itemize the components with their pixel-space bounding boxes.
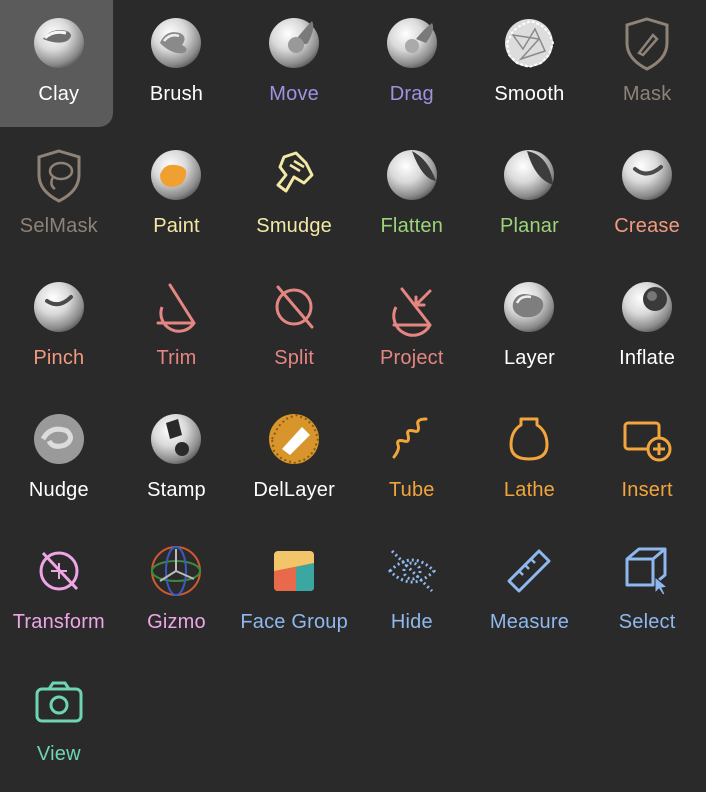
lathe-icon — [499, 409, 559, 469]
tool-label: Smooth — [494, 83, 565, 105]
tool-project[interactable]: Project — [353, 264, 471, 396]
smooth-icon — [499, 13, 559, 73]
tool-label: Drag — [389, 83, 434, 105]
hide-icon — [382, 541, 442, 601]
tool-gizmo[interactable]: Gizmo — [118, 528, 236, 660]
tool-label: Tube — [388, 479, 435, 501]
tool-flatten[interactable]: Flatten — [353, 132, 471, 264]
select-icon — [617, 541, 677, 601]
tool-label: Project — [379, 347, 444, 369]
tool-label: Measure — [489, 611, 570, 633]
tool-label: Transform — [12, 611, 105, 633]
tool-crease[interactable]: Crease — [588, 132, 706, 264]
tool-label: SelMask — [19, 215, 98, 237]
trim-icon — [146, 277, 206, 337]
tool-face-group[interactable]: Face Group — [235, 528, 353, 660]
tool-move[interactable]: Move — [235, 0, 353, 132]
tool-label: Brush — [149, 83, 204, 105]
tool-layer[interactable]: Layer — [471, 264, 589, 396]
tool-grid: Clay Brush Move Drag Smooth Mask SelMask… — [0, 0, 706, 792]
crease-icon — [617, 145, 677, 205]
mask-icon — [617, 13, 677, 73]
inflate-icon — [617, 277, 677, 337]
tool-label: Smudge — [256, 215, 332, 237]
tool-smudge[interactable]: Smudge — [235, 132, 353, 264]
paint-icon — [146, 145, 206, 205]
tool-label: Inflate — [619, 347, 676, 369]
tool-stamp[interactable]: Stamp — [118, 396, 236, 528]
gizmo-icon — [146, 541, 206, 601]
tool-label: Insert — [621, 479, 673, 501]
tool-pinch[interactable]: Pinch — [0, 264, 118, 396]
tool-selmask[interactable]: SelMask — [0, 132, 118, 264]
tool-tube[interactable]: Tube — [353, 396, 471, 528]
tool-clay[interactable]: Clay — [0, 0, 118, 132]
tool-label: Crease — [614, 215, 680, 237]
tool-label: Flatten — [380, 215, 444, 237]
tool-paint[interactable]: Paint — [118, 132, 236, 264]
face-group-icon — [264, 541, 324, 601]
tool-label: DelLayer — [253, 479, 335, 501]
tool-label: Nudge — [28, 479, 89, 501]
tool-mask[interactable]: Mask — [588, 0, 706, 132]
tool-label: Stamp — [147, 479, 206, 501]
layer-icon — [499, 277, 559, 337]
tool-brush[interactable]: Brush — [118, 0, 236, 132]
planar-icon — [499, 145, 559, 205]
move-icon — [264, 13, 324, 73]
pinch-icon — [29, 277, 89, 337]
selmask-icon — [29, 145, 89, 205]
tool-planar[interactable]: Planar — [471, 132, 589, 264]
tool-label: Split — [274, 347, 315, 369]
tube-icon — [382, 409, 442, 469]
tool-trim[interactable]: Trim — [118, 264, 236, 396]
tool-measure[interactable]: Measure — [471, 528, 589, 660]
tool-label: Lathe — [503, 479, 555, 501]
tool-label: Pinch — [33, 347, 85, 369]
tool-label: Planar — [499, 215, 559, 237]
tool-label: Move — [269, 83, 319, 105]
insert-icon — [617, 409, 677, 469]
tool-label: Mask — [622, 83, 672, 105]
tool-label: View — [36, 743, 81, 765]
tool-label: Clay — [38, 83, 80, 105]
tool-split[interactable]: Split — [235, 264, 353, 396]
measure-icon — [499, 541, 559, 601]
transform-icon — [29, 541, 89, 601]
tool-drag[interactable]: Drag — [353, 0, 471, 132]
drag-icon — [382, 13, 442, 73]
tool-label: Gizmo — [147, 611, 206, 633]
split-icon — [264, 277, 324, 337]
view-icon — [29, 673, 89, 733]
tool-inflate[interactable]: Inflate — [588, 264, 706, 396]
tool-smooth[interactable]: Smooth — [471, 0, 589, 132]
tool-label: Trim — [156, 347, 197, 369]
clay-icon — [29, 13, 89, 73]
tool-label: Paint — [153, 215, 200, 237]
tool-label: Layer — [503, 347, 555, 369]
nudge-icon — [29, 409, 89, 469]
tool-transform[interactable]: Transform — [0, 528, 118, 660]
brush-icon — [146, 13, 206, 73]
tool-label: Hide — [390, 611, 433, 633]
dellayer-icon — [264, 409, 324, 469]
tool-label: Face Group — [240, 611, 348, 633]
tool-insert[interactable]: Insert — [588, 396, 706, 528]
tool-nudge[interactable]: Nudge — [0, 396, 118, 528]
tool-label: Select — [618, 611, 676, 633]
smudge-icon — [264, 145, 324, 205]
project-icon — [382, 277, 442, 337]
tool-view[interactable]: View — [0, 660, 118, 792]
tool-dellayer[interactable]: DelLayer — [235, 396, 353, 528]
flatten-icon — [382, 145, 442, 205]
tool-lathe[interactable]: Lathe — [471, 396, 589, 528]
tool-select[interactable]: Select — [588, 528, 706, 660]
tool-hide[interactable]: Hide — [353, 528, 471, 660]
stamp-icon — [146, 409, 206, 469]
